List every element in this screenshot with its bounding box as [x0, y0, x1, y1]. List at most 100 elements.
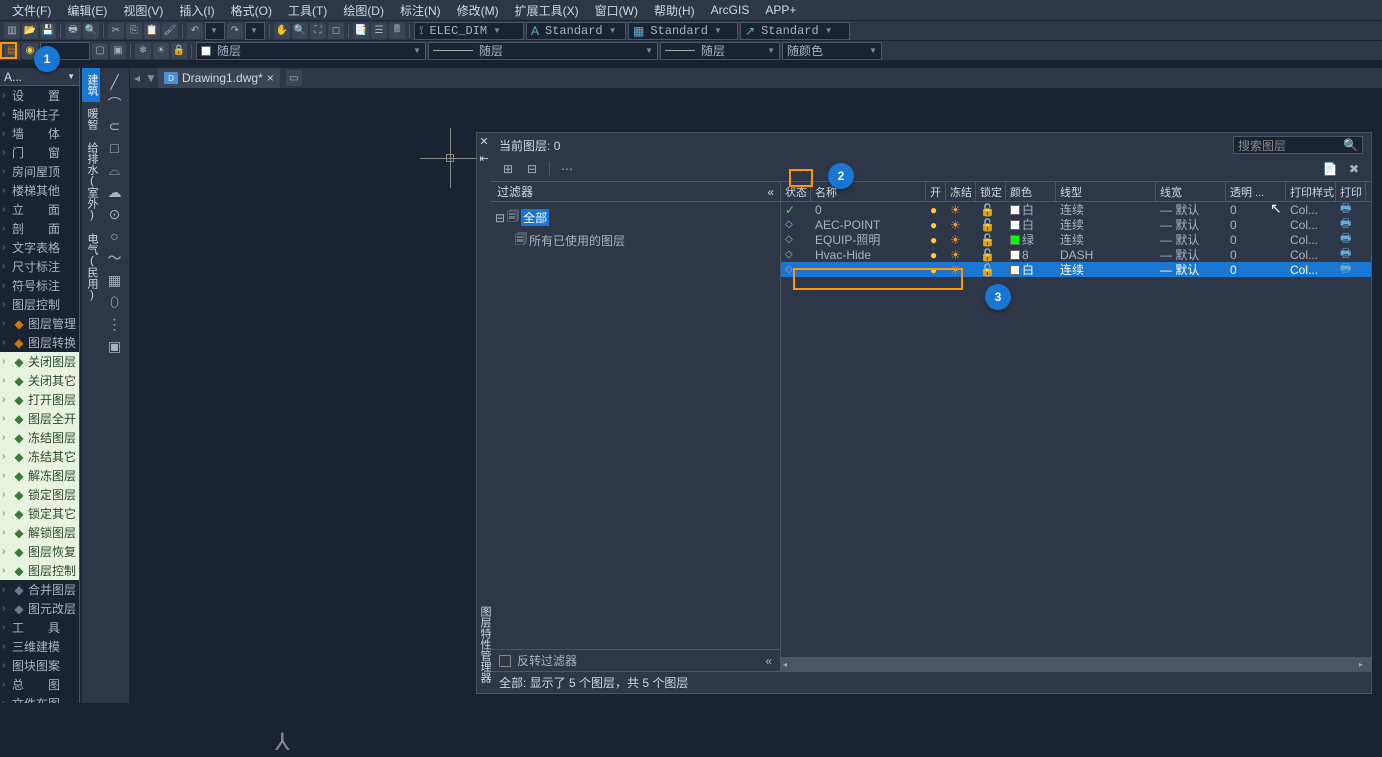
zoom-extents-icon[interactable]: ⛶	[310, 23, 326, 39]
layeroff-icon[interactable]: ▣	[110, 43, 126, 59]
collapse-icon-2[interactable]: «	[765, 654, 772, 668]
collapse-icon[interactable]: «	[767, 185, 774, 199]
column-header[interactable]: 冻结	[946, 182, 976, 201]
tree-item[interactable]: ›轴网柱子	[0, 105, 79, 124]
palette-handle[interactable]: ✕ ⇤ 图层特性管理器	[477, 133, 491, 693]
menu-插入i[interactable]: 插入(I)	[171, 0, 222, 21]
menu-标注n[interactable]: 标注(N)	[392, 0, 449, 21]
color-dropdown[interactable]: 随层 ▼	[196, 42, 426, 60]
tree-item[interactable]: ›◆关闭其它	[0, 371, 79, 390]
new-tab-icon[interactable]: ▭	[286, 70, 302, 86]
tree-item[interactable]: ›◆锁定图层	[0, 485, 79, 504]
tree-item[interactable]: ›设 置	[0, 86, 79, 105]
unfreeze-icon[interactable]: ☀	[153, 43, 169, 59]
calc-icon[interactable]: 🖩	[389, 23, 405, 39]
preview-icon[interactable]: 🔍	[83, 23, 99, 39]
tree-item[interactable]: ›◆冻结其它	[0, 447, 79, 466]
tree-item[interactable]: ›总 图	[0, 675, 79, 694]
draw-tool-icon[interactable]: □	[103, 138, 127, 158]
menu-视图v[interactable]: 视图(V)	[115, 0, 171, 21]
tree-item[interactable]: ›墙 体	[0, 124, 79, 143]
document-tab[interactable]: D Drawing1.dwg* ×	[158, 68, 280, 88]
layer-state-icon[interactable]: 📑	[353, 23, 369, 39]
tree-item[interactable]: ›楼梯其他	[0, 181, 79, 200]
menu-arcgis[interactable]: ArcGIS	[703, 1, 758, 19]
tree-item[interactable]: ›◆图层控制	[0, 561, 79, 580]
side-tab-0[interactable]: 建筑	[82, 68, 102, 102]
layeriso-icon[interactable]: ▢	[92, 43, 108, 59]
filter-node-all[interactable]: ⊟ 🗐 全部	[495, 206, 776, 229]
lineweight-dropdown[interactable]: 随层 ▼	[660, 42, 780, 60]
linetype-dropdown[interactable]: 随层 ▼	[428, 42, 658, 60]
column-header[interactable]: 开	[926, 182, 946, 201]
tree-item[interactable]: ›三维建模	[0, 637, 79, 656]
column-header[interactable]: 透明 ...	[1226, 182, 1286, 201]
draw-tool-icon[interactable]: ⋮	[103, 314, 127, 334]
menu-帮助h[interactable]: 帮助(H)	[646, 0, 703, 21]
tree-item[interactable]: ›◆解冻图层	[0, 466, 79, 485]
chevron-down-icon[interactable]: ▼	[67, 72, 75, 81]
tree-item[interactable]: ›◆冻结图层	[0, 428, 79, 447]
search-input[interactable]: 搜索图层 🔍	[1233, 136, 1363, 154]
horizontal-scrollbar[interactable]: ◂ ▸	[781, 657, 1371, 671]
draw-tool-icon[interactable]: ○	[103, 226, 127, 246]
open-icon[interactable]: 📂	[22, 23, 38, 39]
layer-row[interactable]: ◇AEC-POINT●☀🔓 白连续— 默认0Col...🖶	[781, 217, 1371, 232]
column-header[interactable]: 线型	[1056, 182, 1156, 201]
tab-dropdown-icon[interactable]: ▼	[144, 69, 158, 87]
scroll-right-icon[interactable]: ▸	[1359, 660, 1369, 669]
dimstyle-dropdown[interactable]: ⟟ ELEC_DIM ▼	[414, 22, 524, 40]
undo-dropdown[interactable]: ▼	[205, 22, 225, 40]
close-icon[interactable]: ×	[267, 71, 274, 85]
paste-icon[interactable]: 📋	[144, 23, 160, 39]
save-icon[interactable]: 💾	[40, 23, 56, 39]
tree-item[interactable]: ›文件布图	[0, 694, 79, 703]
tree-item[interactable]: ›房间屋顶	[0, 162, 79, 181]
layer-row[interactable]: ◇EQUIP-照明●☀🔓 绿连续— 默认0Col...🖶	[781, 232, 1371, 247]
draw-tool-icon[interactable]: ▦	[103, 270, 127, 290]
tree-item[interactable]: ›图层控制	[0, 295, 79, 314]
pan-icon[interactable]: ✋	[274, 23, 290, 39]
copy-icon[interactable]: ⎘	[126, 23, 142, 39]
new-group-icon[interactable]: ⊟	[523, 160, 541, 178]
textstyle-dropdown[interactable]: A Standard ▼	[526, 22, 626, 40]
undo-icon[interactable]: ↶	[187, 23, 203, 39]
tab-prev-icon[interactable]: ◂	[130, 69, 144, 87]
tree-item[interactable]: ›文字表格	[0, 238, 79, 257]
tree-item[interactable]: ›◆图层全开	[0, 409, 79, 428]
mleaderstyle-dropdown[interactable]: ↗ Standard ▼	[740, 22, 850, 40]
scroll-left-icon[interactable]: ◂	[783, 660, 793, 669]
draw-tool-icon[interactable]: ⌒	[103, 94, 127, 114]
layer-row[interactable]: ✓0●☀🔓 白连续— 默认0Col...🖶	[781, 202, 1371, 217]
plot-icon[interactable]: 🖶	[65, 23, 81, 39]
draw-tool-icon[interactable]: ╱	[103, 72, 127, 92]
tree-item[interactable]: ›◆合并图层	[0, 580, 79, 599]
new-layer-btn[interactable]: 📄	[1321, 160, 1339, 178]
menu-编辑e[interactable]: 编辑(E)	[59, 0, 115, 21]
tree-item[interactable]: ›◆图层恢复	[0, 542, 79, 561]
filter-node-used[interactable]: 🗐 所有已使用的图层	[495, 229, 776, 252]
new-layer-icon[interactable]: ⊞	[499, 160, 517, 178]
tree-item[interactable]: ›符号标注	[0, 276, 79, 295]
redo-icon[interactable]: ↷	[227, 23, 243, 39]
tree-item[interactable]: ›◆关闭图层	[0, 352, 79, 371]
draw-tool-icon[interactable]: ⌓	[103, 160, 127, 180]
tree-item[interactable]: ›工 具	[0, 618, 79, 637]
side-tab-1[interactable]: 暖智	[82, 102, 102, 136]
zoom-icon[interactable]: 🔍	[292, 23, 308, 39]
menu-app+[interactable]: APP+	[757, 1, 804, 19]
cut-icon[interactable]: ✂	[108, 23, 124, 39]
delete-layer-icon[interactable]: ✖	[1345, 160, 1363, 178]
layer-states-icon[interactable]: ⋯	[558, 160, 576, 178]
redo-dropdown[interactable]: ▼	[245, 22, 265, 40]
menu-文件f[interactable]: 文件(F)	[4, 0, 59, 21]
lock-icon[interactable]: 🔒	[171, 43, 187, 59]
draw-tool-icon[interactable]: ～	[103, 248, 127, 268]
zoom-window-icon[interactable]: ◻	[328, 23, 344, 39]
tree-item[interactable]: ›剖 面	[0, 219, 79, 238]
tree-item[interactable]: ›尺寸标注	[0, 257, 79, 276]
tree-item[interactable]: ›◆打开图层	[0, 390, 79, 409]
tablestyle-dropdown[interactable]: ▦ Standard ▼	[628, 22, 738, 40]
tree-item[interactable]: ›◆图元改层	[0, 599, 79, 618]
draw-tool-icon[interactable]: ▣	[103, 336, 127, 356]
